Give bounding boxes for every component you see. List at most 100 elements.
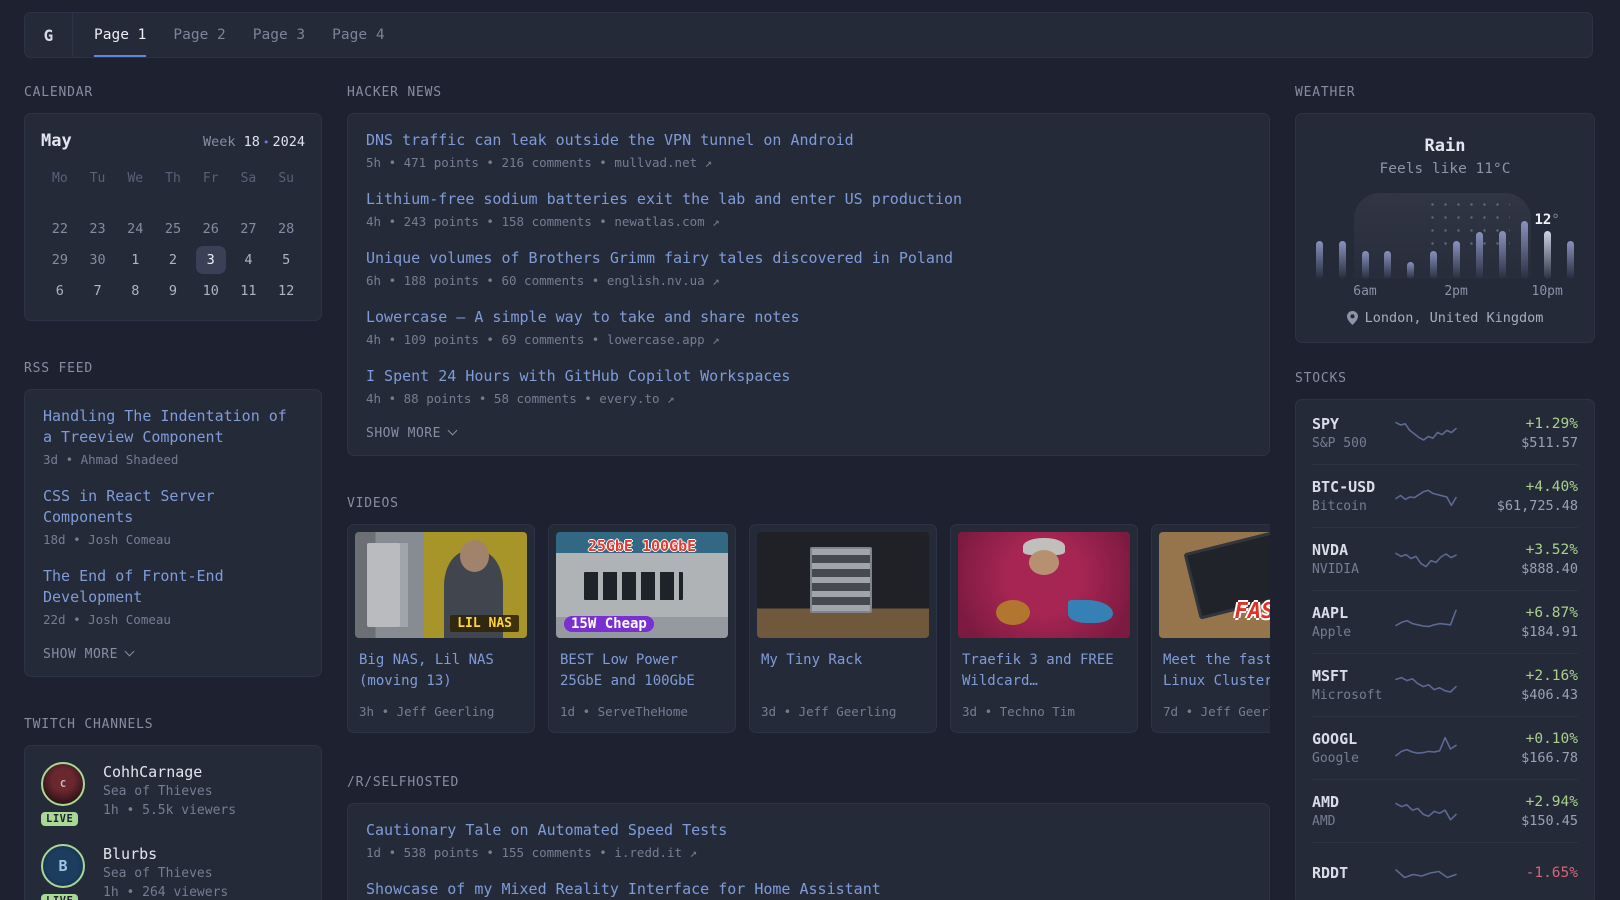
video-title[interactable]: BEST Low Power 25GbE and 100GbE Switch… bbox=[560, 650, 724, 692]
stock-ticker: GOOGL bbox=[1312, 729, 1394, 749]
nav-tab[interactable]: Page 1 bbox=[94, 13, 146, 57]
stock-row[interactable]: GOOGL Google +0.10% $166.78 bbox=[1312, 716, 1578, 779]
stock-company: S&P 500 bbox=[1312, 434, 1394, 453]
hackernews-item-title[interactable]: DNS traffic can leak outside the VPN tun… bbox=[366, 130, 1251, 151]
hackernews-item-title[interactable]: Unique volumes of Brothers Grimm fairy t… bbox=[366, 248, 1251, 269]
stock-ticker: AAPL bbox=[1312, 603, 1394, 623]
stock-row[interactable]: AMD AMD +2.94% $150.45 bbox=[1312, 779, 1578, 842]
stock-row[interactable]: NVDA NVIDIA +3.52% $888.40 bbox=[1312, 527, 1578, 590]
nav-tab[interactable]: Page 4 bbox=[332, 13, 384, 57]
stock-change: +2.94% bbox=[1476, 792, 1578, 812]
location-pin-icon bbox=[1347, 311, 1358, 325]
video-card[interactable]: My Tiny Rack 3d • Jeff Geerling bbox=[749, 524, 937, 733]
video-title[interactable]: Meet the fastest Linux Cluster bbox=[1163, 650, 1270, 692]
calendar-day: 4 bbox=[230, 244, 268, 275]
rss-list: Handling The Indentation of a Treeview C… bbox=[43, 406, 303, 629]
thumb-art bbox=[996, 600, 1030, 625]
twitch-viewers: 1h • 5.5k viewers bbox=[103, 801, 236, 820]
reddit-item-title[interactable]: Cautionary Tale on Automated Speed Tests bbox=[366, 820, 1251, 841]
hackernews-item-title[interactable]: Lithium-free sodium batteries exit the l… bbox=[366, 189, 1251, 210]
video-title[interactable]: Traefik 3 and FREE Wildcard… bbox=[962, 650, 1126, 692]
stock-row[interactable]: SPY S&P 500 +1.29% $511.57 bbox=[1312, 402, 1578, 464]
stock-price: $184.91 bbox=[1476, 623, 1578, 642]
weather-bar bbox=[1453, 241, 1460, 279]
avatar-letter: B bbox=[43, 846, 83, 886]
reddit-item-meta: 1d • 538 points • 155 comments • i.redd.… bbox=[366, 843, 1251, 862]
video-thumbnail[interactable]: LIL NAS bbox=[355, 532, 527, 638]
hackernews-list: DNS traffic can leak outside the VPN tun… bbox=[366, 130, 1251, 408]
reddit-item-title[interactable]: Showcase of my Mixed Reality Interface f… bbox=[366, 879, 1251, 900]
nav-tab[interactable]: Page 2 bbox=[173, 13, 225, 57]
calendar-week: Week 18•2024 bbox=[203, 134, 305, 150]
hackernews-item: Lithium-free sodium batteries exit the l… bbox=[366, 189, 1251, 231]
stock-sparkline bbox=[1394, 605, 1458, 641]
hour-label: 10pm bbox=[1532, 284, 1563, 299]
stock-row[interactable]: BTC-USD Bitcoin +4.40% $61,725.48 bbox=[1312, 464, 1578, 527]
stock-sparkline bbox=[1394, 479, 1458, 515]
calendar-day-number: 22 bbox=[52, 221, 68, 237]
rss-item-meta: 18d • Josh Comeau bbox=[43, 530, 303, 549]
week-label: Week bbox=[203, 134, 236, 150]
rss-item-title[interactable]: The End of Front-End Development bbox=[43, 566, 303, 608]
twitch-channel-name[interactable]: Blurbs bbox=[103, 844, 228, 864]
calendar-day: 30 bbox=[79, 244, 117, 275]
twitch-avatar-wrap: C LIVE bbox=[41, 762, 87, 820]
video-title[interactable]: Big NAS, Lil NAS (moving 13) bbox=[359, 650, 523, 692]
weekday-label: We bbox=[116, 167, 154, 189]
nav-tab[interactable]: Page 3 bbox=[253, 13, 305, 57]
twitch-channel-name[interactable]: CohhCarnage bbox=[103, 762, 236, 782]
video-title[interactable]: My Tiny Rack bbox=[761, 650, 925, 692]
calendar-day-number: 25 bbox=[165, 221, 181, 237]
app-logo[interactable]: G bbox=[25, 13, 72, 57]
hackernews-item-title[interactable]: Lowercase – A simple way to take and sha… bbox=[366, 307, 1251, 328]
center-column: HACKER NEWS DNS traffic can leak outside… bbox=[347, 85, 1270, 900]
video-thumbnail[interactable] bbox=[958, 532, 1130, 638]
weekday-label: Th bbox=[154, 167, 192, 189]
calendar-day: 23 bbox=[79, 213, 117, 244]
video-card[interactable]: FAS Meet the fastest Linux Cluster 7d • … bbox=[1151, 524, 1270, 733]
calendar-day-number: 11 bbox=[240, 283, 256, 299]
twitch-game: Sea of Thieves bbox=[103, 782, 236, 801]
rss-item-title[interactable]: CSS in React Server Components bbox=[43, 486, 303, 528]
video-card[interactable]: LIL NAS Big NAS, Lil NAS (moving 13) 3h … bbox=[347, 524, 535, 733]
video-card[interactable]: 25GbE 100GbE 15W Cheap BEST Low Power 25… bbox=[548, 524, 736, 733]
weather-bar bbox=[1316, 241, 1323, 279]
weather-location: London, United Kingdom bbox=[1312, 310, 1578, 326]
rss-show-more-button[interactable]: SHOW MORE bbox=[43, 647, 133, 662]
stock-values: +0.10% $166.78 bbox=[1476, 729, 1578, 768]
hour-label: 6am bbox=[1353, 284, 1376, 299]
stock-price: $166.78 bbox=[1476, 749, 1578, 768]
video-card[interactable]: Traefik 3 and FREE Wildcard… 3d • Techno… bbox=[950, 524, 1138, 733]
nav-tab-label: Page 4 bbox=[332, 27, 384, 43]
stock-price: $150.45 bbox=[1476, 812, 1578, 831]
rss-item-title[interactable]: Handling The Indentation of a Treeview C… bbox=[43, 406, 303, 448]
hackernews-item: Unique volumes of Brothers Grimm fairy t… bbox=[366, 248, 1251, 290]
thumb-art bbox=[1029, 550, 1060, 575]
stock-company: Google bbox=[1312, 749, 1394, 768]
stock-sparkline bbox=[1394, 668, 1458, 704]
hackernews-item: Lowercase – A simple way to take and sha… bbox=[366, 307, 1251, 349]
stock-row[interactable]: RDDT -1.65% bbox=[1312, 842, 1578, 900]
calendar-day: 22 bbox=[41, 213, 79, 244]
right-column: WEATHER Rain Feels like 11°C bbox=[1295, 85, 1595, 900]
calendar-day: 5 bbox=[267, 244, 305, 275]
video-thumbnail[interactable] bbox=[757, 532, 929, 638]
video-thumbnail[interactable]: FAS bbox=[1159, 532, 1270, 638]
twitch-avatar-wrap: B LIVE bbox=[41, 844, 87, 900]
hackernews-show-more-button[interactable]: SHOW MORE bbox=[366, 426, 456, 441]
stock-row[interactable]: AAPL Apple +6.87% $184.91 bbox=[1312, 590, 1578, 653]
calendar-day: 28 bbox=[267, 213, 305, 244]
calendar-section: CALENDAR May Week 18•2024 Mo Tu We Th bbox=[24, 85, 322, 321]
stock-ticker: SPY bbox=[1312, 414, 1394, 434]
avatar-letter: C bbox=[43, 764, 83, 804]
thumbnail-text: 15W Cheap bbox=[564, 616, 654, 632]
hackernews-section: HACKER NEWS DNS traffic can leak outside… bbox=[347, 85, 1270, 456]
weekday-label: Mo bbox=[41, 167, 79, 189]
stock-row[interactable]: MSFT Microsoft +2.16% $406.43 bbox=[1312, 653, 1578, 716]
twitch-channel-row[interactable]: B LIVE Blurbs Sea of Thieves 1h • 264 vi… bbox=[41, 844, 305, 900]
thumb-art bbox=[460, 540, 489, 572]
hour-label: 2pm bbox=[1444, 284, 1467, 299]
hackernews-item-title[interactable]: I Spent 24 Hours with GitHub Copilot Wor… bbox=[366, 366, 1251, 387]
video-thumbnail[interactable]: 25GbE 100GbE 15W Cheap bbox=[556, 532, 728, 638]
twitch-channel-row[interactable]: C LIVE CohhCarnage Sea of Thieves 1h • 5… bbox=[41, 762, 305, 820]
